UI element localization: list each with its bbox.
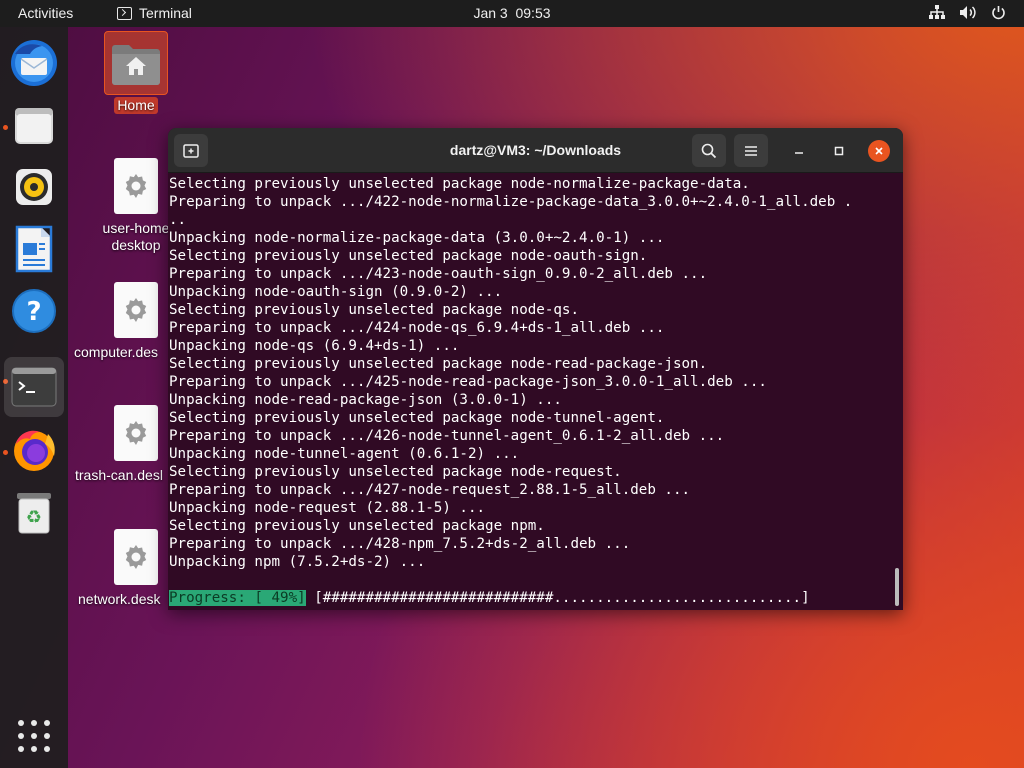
terminal-line: Preparing to unpack .../427-node-request… <box>169 482 691 498</box>
terminal-line: Selecting previously unselected package … <box>169 464 622 480</box>
progress-label: Progress: [ 49%] <box>169 590 306 606</box>
menu-button[interactable] <box>734 134 768 167</box>
maximize-icon <box>834 146 844 156</box>
terminal-line: .. <box>169 212 187 228</box>
terminal-line: Selecting previously unselected package … <box>169 356 708 372</box>
terminal-line: Preparing to unpack .../426-node-tunnel-… <box>169 428 725 444</box>
desktop-icon-label: trash-can.desl <box>75 467 163 483</box>
activities-button[interactable]: Activities <box>18 5 73 21</box>
settings-file-icon <box>114 158 158 214</box>
trash-icon[interactable]: ♻ <box>4 482 64 542</box>
terminal-mini-icon <box>117 6 132 20</box>
new-tab-button[interactable] <box>174 134 208 167</box>
close-icon <box>875 147 883 155</box>
thunderbird-icon[interactable] <box>4 33 64 93</box>
terminal-line: Preparing to unpack .../423-node-oauth-s… <box>169 266 708 282</box>
top-bar: Activities Terminal Jan 3 09:53 <box>0 0 1024 27</box>
settings-file-icon <box>114 529 158 585</box>
svg-text:♻: ♻ <box>26 507 42 528</box>
svg-text:?: ? <box>26 297 41 327</box>
minimize-icon <box>795 152 803 154</box>
show-apps-icon[interactable] <box>18 720 50 752</box>
desktop-icon-label: user-home <box>102 220 170 236</box>
terminal-line: Unpacking node-request (2.88.1-5) ... <box>169 500 486 516</box>
desktop-icon-label: computer.des <box>74 344 159 360</box>
progress-line: Progress: [ 49%] [######################… <box>169 589 903 607</box>
terminal-line: Selecting previously unselected package … <box>169 410 665 426</box>
hamburger-menu-icon <box>745 145 757 156</box>
help-icon[interactable]: ? <box>4 281 64 341</box>
settings-file-icon <box>114 405 158 461</box>
new-tab-icon <box>183 143 199 158</box>
firefox-icon[interactable] <box>4 420 64 480</box>
terminal-line: Selecting previously unselected package … <box>169 248 648 264</box>
terminal-icon[interactable] <box>4 357 64 417</box>
dock: ? ♻ <box>0 27 68 768</box>
time-text: 09:53 <box>515 5 551 21</box>
terminal-lines: Selecting previously unselected package … <box>169 175 903 571</box>
terminal-line: Preparing to unpack .../424-node-qs_6.9.… <box>169 320 665 336</box>
desktop-icon-network[interactable]: network.desk <box>72 529 172 608</box>
terminal-output[interactable]: Selecting previously unselected package … <box>168 175 903 610</box>
maximize-button[interactable] <box>828 140 850 162</box>
network-icon[interactable] <box>929 5 945 20</box>
home-folder-icon <box>104 31 168 95</box>
writer-icon[interactable] <box>4 219 64 279</box>
rhythmbox-icon[interactable] <box>4 157 64 217</box>
terminal-line: Unpacking node-normalize-package-data (3… <box>169 230 665 246</box>
clock-button[interactable]: Jan 3 09:53 <box>473 5 550 21</box>
terminal-line: Unpacking npm (7.5.2+ds-2) ... <box>169 554 426 570</box>
terminal-line: Selecting previously unselected package … <box>169 518 545 534</box>
system-tray[interactable] <box>929 5 1006 20</box>
desktop-icon-computer[interactable]: computer.des <box>72 282 172 361</box>
terminal-line: Preparing to unpack .../422-node-normali… <box>169 194 853 210</box>
search-button[interactable] <box>692 134 726 167</box>
minimize-button[interactable] <box>788 140 810 162</box>
terminal-line: Unpacking node-tunnel-agent (0.6.1-2) ..… <box>169 446 520 462</box>
search-icon <box>701 143 717 158</box>
progress-bar: [###########################............… <box>314 590 810 606</box>
terminal-line: Preparing to unpack .../425-node-read-pa… <box>169 374 767 390</box>
terminal-line: Unpacking node-oauth-sign (0.9.0-2) ... <box>169 284 503 300</box>
terminal-line: Selecting previously unselected package … <box>169 176 750 192</box>
desktop-icon-label: Home <box>114 97 158 114</box>
terminal-window[interactable]: dartz@VM3: ~/Downloads Selecting previou… <box>168 128 903 610</box>
desktop-icon-user-home[interactable]: user-home desktop <box>92 158 180 254</box>
terminal-line: Selecting previously unselected package … <box>169 302 579 318</box>
desktop-icon-label: desktop <box>111 237 161 253</box>
power-icon[interactable] <box>991 5 1006 20</box>
terminal-line: Preparing to unpack .../428-npm_7.5.2+ds… <box>169 536 631 552</box>
settings-file-icon <box>114 282 158 338</box>
files-icon[interactable] <box>4 95 64 155</box>
close-button[interactable] <box>868 140 890 162</box>
desktop-icon-label: network.desk <box>78 591 161 607</box>
terminal-line: Unpacking node-qs (6.9.4+ds-1) ... <box>169 338 460 354</box>
desktop-icon-trash-can[interactable]: trash-can.desl <box>72 405 172 484</box>
terminal-line: Unpacking node-read-package-json (3.0.0-… <box>169 392 562 408</box>
terminal-scrollbar[interactable] <box>895 568 899 606</box>
date-text: Jan 3 <box>473 5 508 21</box>
desktop-icon-home[interactable]: Home <box>104 31 168 114</box>
app-menu[interactable]: Terminal <box>117 5 192 21</box>
volume-icon[interactable] <box>959 5 977 20</box>
app-menu-label: Terminal <box>139 5 192 21</box>
terminal-headerbar[interactable]: dartz@VM3: ~/Downloads <box>168 128 903 173</box>
